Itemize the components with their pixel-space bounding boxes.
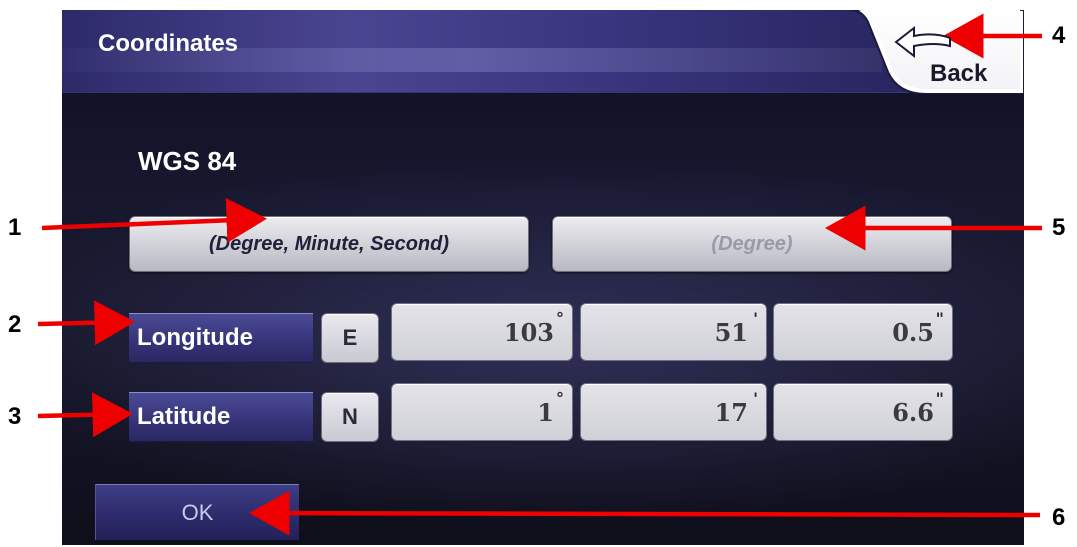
callout-arrow-6 <box>249 490 1041 536</box>
callout-number-1: 1 <box>8 214 22 241</box>
callout-arrow-1 <box>41 197 267 243</box>
back-arrow-icon <box>894 25 951 59</box>
callout-arrows <box>37 13 1042 536</box>
callout-number-2: 2 <box>8 311 22 338</box>
callout-number-5: 5 <box>1052 214 1066 241</box>
callout-number-6: 6 <box>1052 504 1066 531</box>
back-label: Back <box>930 60 988 87</box>
callout-arrow-3 <box>37 392 133 438</box>
callout-number-4: 4 <box>1052 22 1066 49</box>
callout-arrow-2 <box>37 300 135 346</box>
page-title: Coordinates <box>98 30 239 57</box>
callout-number-3: 3 <box>8 403 22 430</box>
